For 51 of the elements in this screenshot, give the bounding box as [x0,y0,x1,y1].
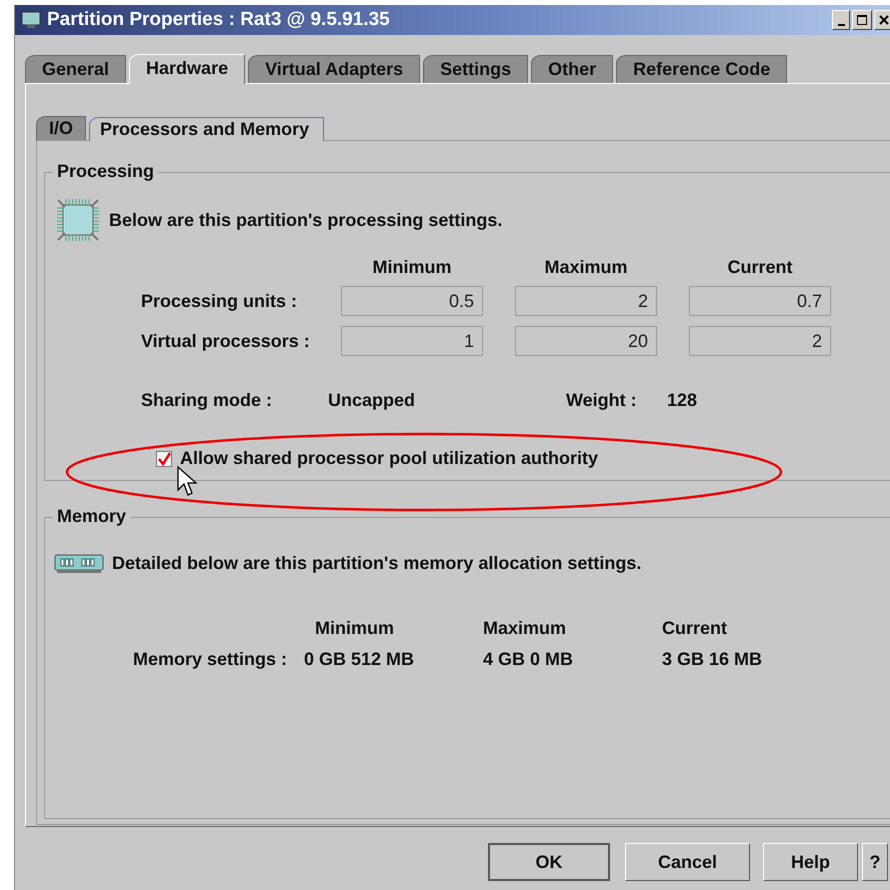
field-value: Uncapped [328,390,416,411]
value-field: 20 [515,326,657,356]
dialog-button[interactable]: Cancel [625,843,750,881]
tab[interactable]: Virtual Adapters [248,55,420,83]
memory-module-icon [54,552,104,574]
close-icon [878,14,890,26]
tab[interactable]: Hardware [129,54,246,84]
value-field: 2 [515,286,657,316]
minimize-button[interactable] [832,10,850,30]
chip-icon [55,197,101,243]
field-label: Memory settings : [133,649,288,670]
close-button[interactable] [874,10,890,30]
checkmark-icon [157,452,171,466]
tab[interactable]: Processors and Memory [89,117,324,141]
cursor-icon [177,466,197,498]
field-value: 4 GB 0 MB [483,649,574,670]
field-label: Processing units : [141,290,298,312]
tab[interactable]: Other [531,55,614,83]
tab[interactable]: Settings [423,55,528,83]
column-header: Current [726,257,794,278]
tab[interactable]: General [25,55,126,83]
dialog-button[interactable]: Help [763,843,858,881]
field-value: 0 GB 512 MB [304,649,416,670]
field-label: Virtual processors : [141,330,309,352]
column-header: Maximum [543,257,629,278]
tab[interactable]: I/O [36,116,86,140]
value-field: 2 [689,326,831,356]
column-header: Maximum [483,618,568,639]
field-label: Weight : [566,390,638,411]
dialog-button[interactable]: ? [862,843,888,881]
column-header: Current [662,618,728,639]
checkbox[interactable] [156,450,172,466]
dialog-button[interactable]: OK [488,843,610,881]
checkbox-label: Allow shared processor pool utilization authority [180,448,598,469]
group-title: Processing [53,161,158,182]
value-field: 1 [341,326,483,356]
window-title: Partition Properties : Rat3 @ 9.5.91.35 [47,9,390,31]
maximize-button[interactable] [852,10,872,30]
field-value: 128 [667,390,698,411]
description-text: Detailed below are this partition's memory allocation settings. [112,552,642,574]
tab[interactable]: Reference Code [616,55,788,83]
minimize-icon [838,24,844,26]
monitor-icon [21,11,41,29]
field-value: 3 GB 16 MB [662,649,764,670]
description-text: Below are this partition's processing settings. [109,210,502,230]
value-field: 0.5 [341,286,483,316]
maximize-icon [856,14,868,26]
value-field: 0.7 [689,286,831,316]
column-header: Minimum [372,257,452,278]
field-label: Sharing mode : [141,390,274,411]
column-header: Minimum [314,618,395,639]
